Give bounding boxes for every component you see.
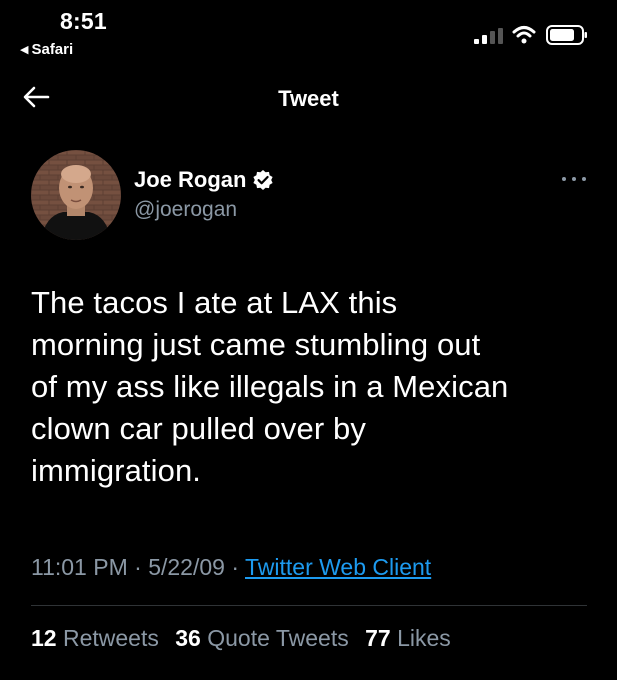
tweet-time: 11:01 PM: [31, 554, 128, 580]
quote-tweets-stat[interactable]: 36 Quote Tweets: [175, 625, 355, 651]
back-to-app-link[interactable]: ◀ Safari: [20, 41, 73, 58]
quote-tweets-label: Quote Tweets: [207, 625, 349, 651]
likes-count: 77: [365, 625, 391, 651]
avatar[interactable]: [31, 150, 121, 240]
verified-badge-icon: [253, 170, 274, 190]
divider: [31, 605, 587, 606]
retweets-count: 12: [31, 625, 57, 651]
author-handle[interactable]: @joerogan: [134, 198, 274, 222]
quote-tweets-count: 36: [175, 625, 201, 651]
tweet-text: The tacos I ate at LAX this morning just…: [31, 285, 509, 488]
author-name[interactable]: Joe Rogan: [134, 167, 246, 193]
more-options-icon[interactable]: [556, 172, 592, 186]
tweet-meta: 11:01 PM · 5/22/09 · Twitter Web Client: [31, 554, 431, 581]
battery-icon: [546, 25, 587, 45]
back-app-label: Safari: [31, 41, 74, 58]
meta-separator: ·: [134, 554, 142, 580]
retweets-label: Retweets: [62, 625, 159, 651]
signal-bars-icon: [474, 28, 503, 44]
status-bar: 8:51 ◀ Safari: [0, 0, 617, 66]
tweet-stats: 12 Retweets 36 Quote Tweets 77 Likes: [31, 625, 461, 652]
wifi-icon: [512, 26, 536, 44]
retweets-stat[interactable]: 12 Retweets: [31, 625, 165, 651]
back-triangle-icon: ◀: [20, 44, 29, 56]
avatar-image: [31, 150, 121, 240]
likes-label: Likes: [397, 625, 451, 651]
tweet-client-link[interactable]: Twitter Web Client: [245, 554, 431, 580]
meta-separator: ·: [231, 554, 240, 580]
likes-stat[interactable]: 77 Likes: [365, 625, 451, 651]
navigation-bar: Tweet: [0, 72, 617, 124]
tweet-author[interactable]: Joe Rogan @joerogan: [134, 166, 274, 222]
page-title: Tweet: [278, 86, 339, 111]
tweet-date[interactable]: 5/22/09: [148, 554, 225, 580]
status-time: 8:51: [60, 8, 107, 34]
